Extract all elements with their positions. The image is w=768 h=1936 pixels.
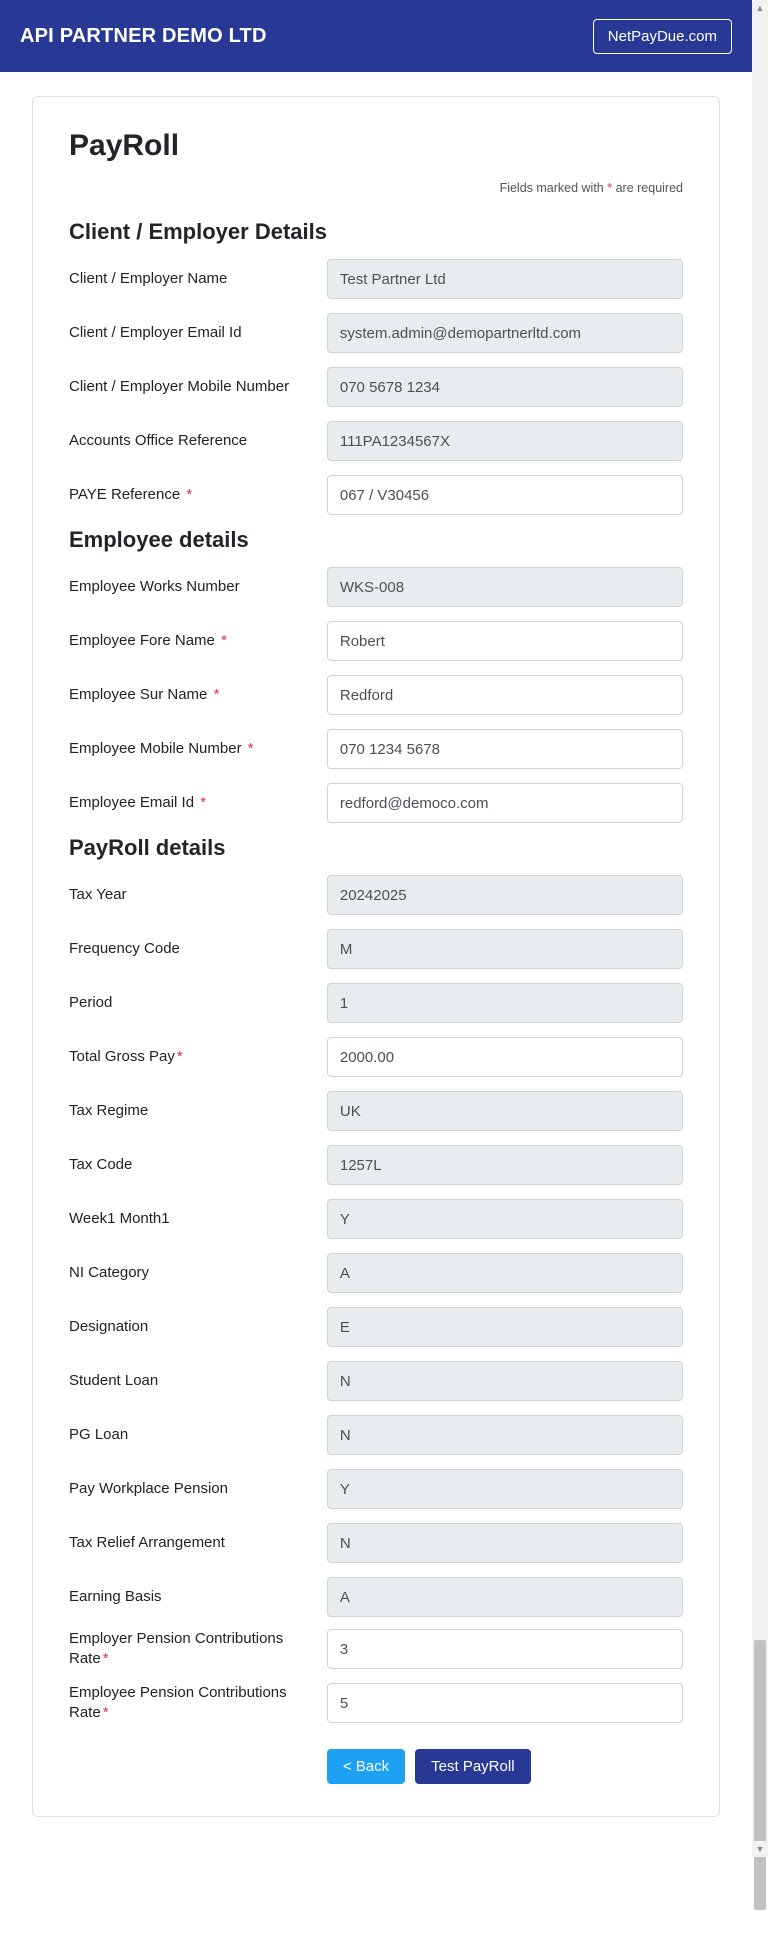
input-client-email xyxy=(327,313,683,353)
label-client-mobile: Client / Employer Mobile Number xyxy=(69,377,327,397)
label-employee-forename: Employee Fore Name * xyxy=(69,631,327,651)
input-frequency-code xyxy=(327,929,683,969)
input-paye-reference[interactable] xyxy=(327,475,683,515)
input-tax-relief-arrangement xyxy=(327,1523,683,1563)
scrollbar-thumb[interactable] xyxy=(754,1640,766,1910)
label-earning-basis: Earning Basis xyxy=(69,1587,327,1607)
label-employee-works-number: Employee Works Number xyxy=(69,577,327,597)
label-employee-mobile: Employee Mobile Number * xyxy=(69,739,327,759)
label-tax-code: Tax Code xyxy=(69,1155,327,1175)
input-tax-code xyxy=(327,1145,683,1185)
section-heading-employee: Employee details xyxy=(69,527,683,553)
label-accounts-office-ref: Accounts Office Reference xyxy=(69,431,327,451)
input-student-loan xyxy=(327,1361,683,1401)
label-client-name: Client / Employer Name xyxy=(69,269,327,289)
label-pay-workplace-pension: Pay Workplace Pension xyxy=(69,1479,327,1499)
input-designation xyxy=(327,1307,683,1347)
section-heading-payroll: PayRoll details xyxy=(69,835,683,861)
brand-title: API PARTNER DEMO LTD xyxy=(20,25,267,48)
input-employee-forename[interactable] xyxy=(327,621,683,661)
input-total-gross-pay[interactable] xyxy=(327,1037,683,1077)
required-fields-note: Fields marked with * are required xyxy=(69,181,683,195)
input-employee-works-number xyxy=(327,567,683,607)
label-tax-relief-arrangement: Tax Relief Arrangement xyxy=(69,1533,327,1553)
label-client-email: Client / Employer Email Id xyxy=(69,323,327,343)
label-employee-email: Employee Email Id * xyxy=(69,793,327,813)
netpaydue-link-button[interactable]: NetPayDue.com xyxy=(593,19,732,54)
input-week1-month1 xyxy=(327,1199,683,1239)
input-earning-basis xyxy=(327,1577,683,1617)
input-client-mobile xyxy=(327,367,683,407)
input-client-name xyxy=(327,259,683,299)
test-payroll-button[interactable]: Test PayRoll xyxy=(415,1749,530,1784)
label-tax-year: Tax Year xyxy=(69,885,327,905)
input-pg-loan xyxy=(327,1415,683,1455)
input-ni-category xyxy=(327,1253,683,1293)
scrollbar-up-icon[interactable]: ▲ xyxy=(752,0,768,16)
input-accounts-office-ref xyxy=(327,421,683,461)
input-employee-pension-rate[interactable] xyxy=(327,1683,683,1723)
input-employee-mobile[interactable] xyxy=(327,729,683,769)
label-employee-surname: Employee Sur Name * xyxy=(69,685,327,705)
input-tax-regime xyxy=(327,1091,683,1131)
label-total-gross-pay: Total Gross Pay* xyxy=(69,1047,327,1067)
input-tax-year xyxy=(327,875,683,915)
payroll-form-card: PayRoll Fields marked with * are require… xyxy=(32,96,720,1817)
input-period xyxy=(327,983,683,1023)
back-button[interactable]: < Back xyxy=(327,1749,405,1784)
label-ni-category: NI Category xyxy=(69,1263,327,1283)
section-heading-client: Client / Employer Details xyxy=(69,219,683,245)
scrollbar-down-icon[interactable]: ▼ xyxy=(752,1841,768,1857)
label-frequency-code: Frequency Code xyxy=(69,939,327,959)
label-designation: Designation xyxy=(69,1317,327,1337)
input-employer-pension-rate[interactable] xyxy=(327,1629,683,1669)
label-pg-loan: PG Loan xyxy=(69,1425,327,1445)
input-employee-email[interactable] xyxy=(327,783,683,823)
label-employer-pension-rate: Employer Pension Contributions Rate* xyxy=(69,1629,327,1670)
label-period: Period xyxy=(69,993,327,1013)
label-employee-pension-rate: Employee Pension Contributions Rate* xyxy=(69,1683,327,1724)
label-week1-month1: Week1 Month1 xyxy=(69,1209,327,1229)
input-pay-workplace-pension xyxy=(327,1469,683,1509)
input-employee-surname[interactable] xyxy=(327,675,683,715)
label-student-loan: Student Loan xyxy=(69,1371,327,1391)
label-tax-regime: Tax Regime xyxy=(69,1101,327,1121)
label-paye-reference: PAYE Reference * xyxy=(69,485,327,505)
vertical-scrollbar[interactable]: ▲ ▼ xyxy=(752,0,768,1857)
page-title: PayRoll xyxy=(69,129,683,163)
top-navbar: API PARTNER DEMO LTD NetPayDue.com xyxy=(0,0,752,72)
